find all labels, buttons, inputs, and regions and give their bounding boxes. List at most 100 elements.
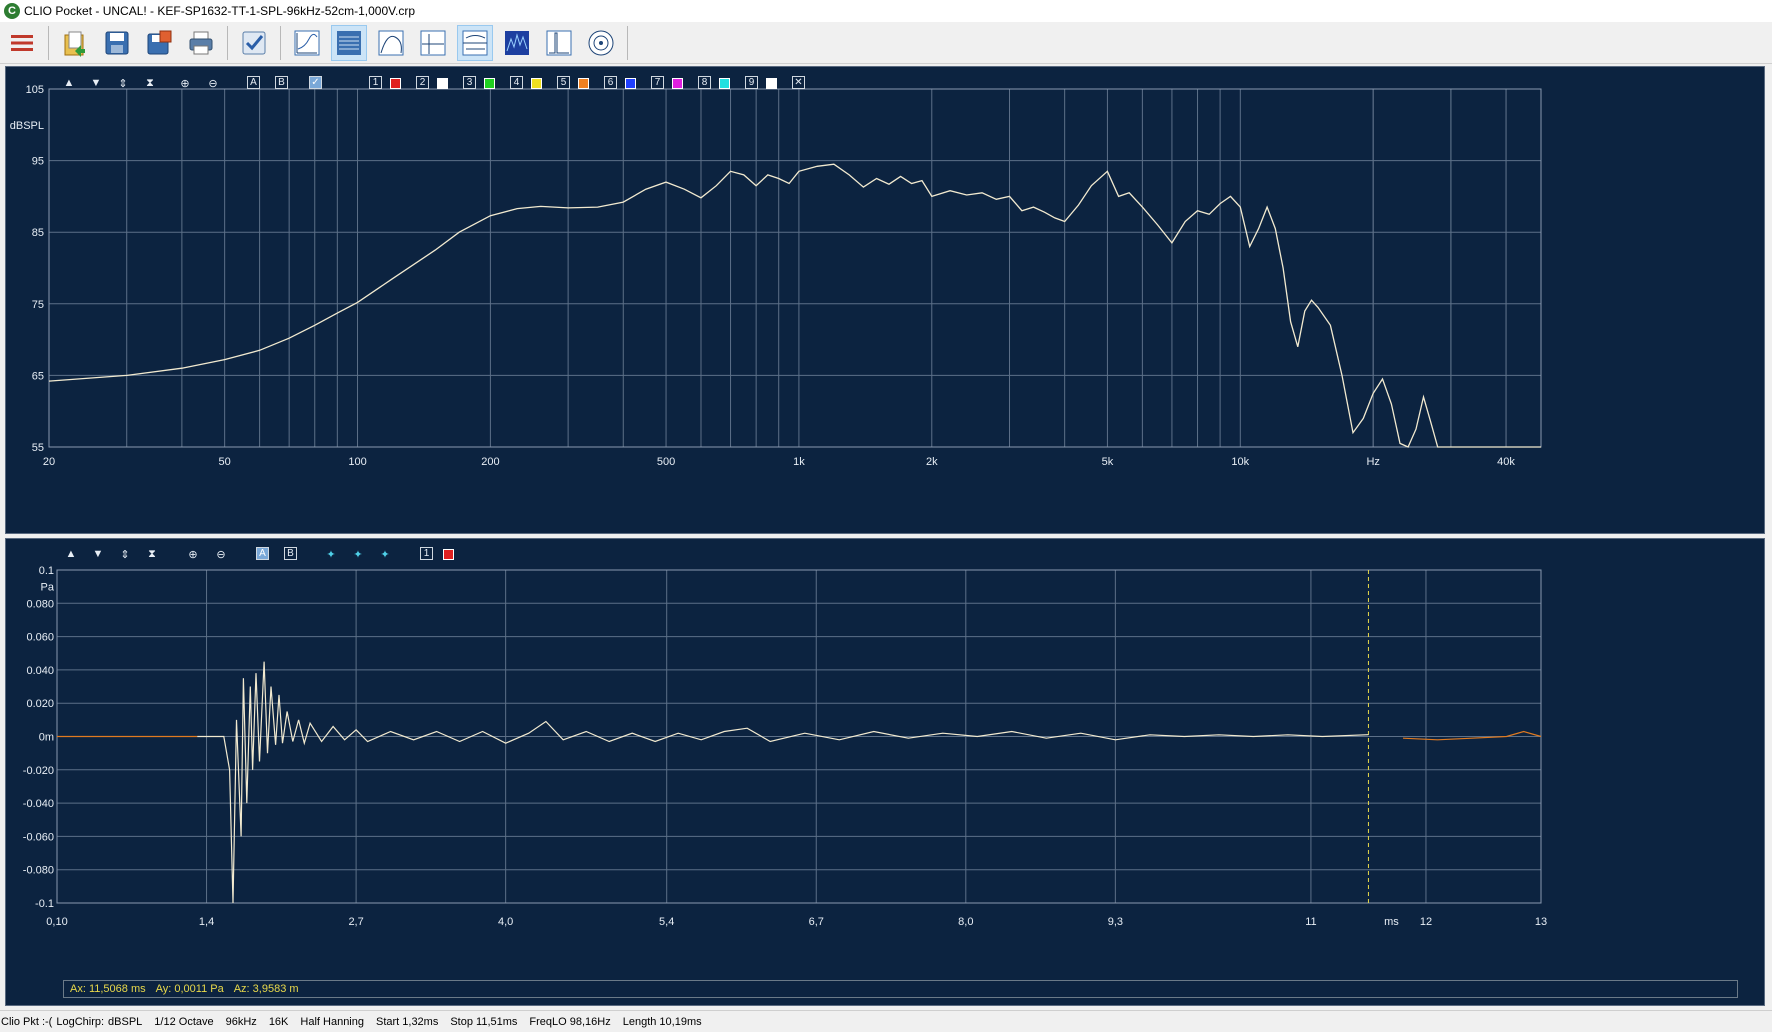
- overlay-7-color[interactable]: [672, 78, 683, 89]
- marker-stop-icon[interactable]: ✦: [351, 546, 365, 562]
- x-tick-label: 0,10: [46, 916, 67, 928]
- x-tick-label: 1,4: [199, 916, 214, 928]
- clear-overlays-icon[interactable]: ✕: [792, 76, 805, 89]
- zoom-out-icon[interactable]: ⊖: [206, 75, 220, 91]
- status-freq-lo: FreqLO 98,16Hz: [529, 1015, 611, 1028]
- overlay-3-color[interactable]: [484, 78, 495, 89]
- y-tick-label: 0.080: [26, 598, 54, 610]
- impulse-button[interactable]: [541, 25, 577, 61]
- impulse-icon: [546, 30, 572, 55]
- x-axis-label: Hz: [1366, 456, 1379, 468]
- marker-reset-icon[interactable]: ✦: [378, 546, 392, 562]
- save-as-button[interactable]: [141, 25, 177, 61]
- cursor-b-button[interactable]: B: [284, 547, 297, 560]
- overlay-8-button[interactable]: 8: [698, 76, 711, 89]
- overlay-5-color[interactable]: [578, 78, 589, 89]
- x-tick-label: 1k: [793, 456, 805, 468]
- x-tick-label: 6,7: [809, 916, 824, 928]
- impulse-response-chart[interactable]: 0.1 0.080 0.060 0.040 0.020 0m -0.020 -0.040 -0.…: [6, 539, 1764, 1005]
- overlay-1-color[interactable]: [443, 549, 454, 560]
- checklist-button[interactable]: [236, 25, 272, 61]
- cursor-b-button[interactable]: B: [275, 76, 288, 89]
- overlay-5-button[interactable]: 5: [557, 76, 570, 89]
- scale-up-button[interactable]: ▲: [64, 546, 78, 562]
- y-tick-label: 0.1: [39, 565, 54, 577]
- window-title: CLIO Pocket - UNCAL! - KEF-SP1632-TT-1-S…: [24, 4, 416, 18]
- cursor-ay-value: Ay: 0,0011 Pa: [155, 983, 224, 995]
- status-bar: Clio Pkt :-( LogChirp: dBSPL 1/12 Octave…: [0, 1010, 1772, 1032]
- x-tick-label: 12: [1420, 916, 1432, 928]
- overlay-4-button[interactable]: 4: [510, 76, 523, 89]
- curve-icon: [378, 30, 404, 55]
- overlay-toggle-checkbox[interactable]: ✓: [309, 76, 322, 89]
- x-tick-label: 9,3: [1108, 916, 1123, 928]
- overlay-3-button[interactable]: 3: [463, 76, 476, 89]
- overlay-8-color[interactable]: [719, 78, 730, 89]
- x-tick-label: 10k: [1231, 456, 1249, 468]
- cursor-a-button[interactable]: A: [256, 547, 269, 560]
- scale-down-button[interactable]: ▼: [91, 546, 105, 562]
- scale-down-button[interactable]: ▼: [89, 75, 103, 91]
- dual-view-button[interactable]: [457, 24, 493, 61]
- y-tick-label: -0.040: [23, 798, 54, 810]
- x-tick-label: 8,0: [958, 916, 973, 928]
- polar-button[interactable]: [583, 25, 619, 61]
- overlay-9-button[interactable]: 9: [745, 76, 758, 89]
- cursor-readout: Ax: 11,5068 ms Ay: 0,0011 Pa Az: 3,9583 …: [63, 980, 1738, 998]
- overlay-6-button[interactable]: 6: [604, 76, 617, 89]
- curve-button[interactable]: [373, 25, 409, 61]
- waterfall-button[interactable]: [331, 24, 367, 61]
- plot-frame: [48, 88, 1542, 448]
- checklist-icon: [242, 31, 266, 54]
- marker-start-icon[interactable]: ✦: [324, 546, 338, 562]
- overlay-1-button[interactable]: 1: [420, 547, 433, 560]
- compress-button[interactable]: ⧗: [143, 75, 157, 91]
- open-file-button[interactable]: [57, 25, 93, 61]
- y-tick-label: 105: [26, 84, 44, 96]
- cursor-ax-value: Ax: 11,5068 ms: [70, 983, 146, 995]
- save-button[interactable]: [99, 25, 135, 61]
- zoom-in-icon[interactable]: ⊕: [186, 546, 200, 562]
- frequency-response-panel: 55 65 75 85 95 105 dBSPL 20 50 100 200 500 1k 2k 5k 10k…: [5, 66, 1765, 534]
- overlay-4-color[interactable]: [531, 78, 542, 89]
- spectrogram-button[interactable]: [499, 25, 535, 61]
- open-file-icon: [64, 31, 85, 57]
- overlay-7-button[interactable]: 7: [651, 76, 664, 89]
- scale-up-button[interactable]: ▲: [62, 75, 76, 91]
- expand-button[interactable]: ⇕: [118, 546, 132, 562]
- x-tick-label: 5,4: [659, 916, 674, 928]
- x-tick-label: 20: [43, 456, 55, 468]
- menu-button[interactable]: [4, 25, 40, 61]
- frequency-response-button[interactable]: [289, 25, 325, 61]
- overlay-9-color[interactable]: [766, 78, 777, 89]
- expand-button[interactable]: ⇕: [116, 75, 130, 91]
- y-tick-label: 95: [32, 156, 44, 168]
- overlay-6-color[interactable]: [625, 78, 636, 89]
- cursor-a-button[interactable]: A: [247, 76, 260, 89]
- status-window: Half Hanning: [300, 1015, 364, 1028]
- y-tick-label: -0.060: [23, 831, 54, 843]
- overlay-1-color[interactable]: [390, 78, 401, 89]
- toolbar-separator: [227, 25, 228, 60]
- main-toolbar: [0, 22, 1772, 64]
- status-sample-rate: 96kHz: [225, 1015, 257, 1028]
- toolbar-separator: [280, 25, 281, 60]
- print-button[interactable]: [183, 25, 219, 61]
- cursor-az-value: Az: 3,9583 m: [233, 983, 299, 995]
- status-length: Length 10,19ms: [622, 1015, 702, 1028]
- compress-button[interactable]: ⧗: [145, 546, 159, 562]
- zoom-in-icon[interactable]: ⊕: [178, 75, 192, 91]
- overlay-2-button[interactable]: 2: [416, 76, 429, 89]
- y-tick-label: -0.080: [23, 865, 54, 877]
- zoom-out-icon[interactable]: ⊖: [214, 546, 228, 562]
- overlay-1-button[interactable]: 1: [369, 76, 382, 89]
- x-tick-label: 50: [219, 456, 231, 468]
- y-tick-label: 55: [32, 442, 44, 454]
- y-tick-label: 0.060: [26, 632, 54, 644]
- spl-curve: [48, 163, 1541, 448]
- time-domain-button[interactable]: [415, 25, 451, 61]
- overlay-2-color[interactable]: [437, 78, 448, 89]
- x-tick-label: 200: [481, 456, 499, 468]
- frequency-response-chart[interactable]: 5565758595105dBSPL20 50 100 200 500 1k 2k 5k 10k…: [6, 67, 1764, 533]
- frequency-response-icon: [294, 30, 320, 55]
